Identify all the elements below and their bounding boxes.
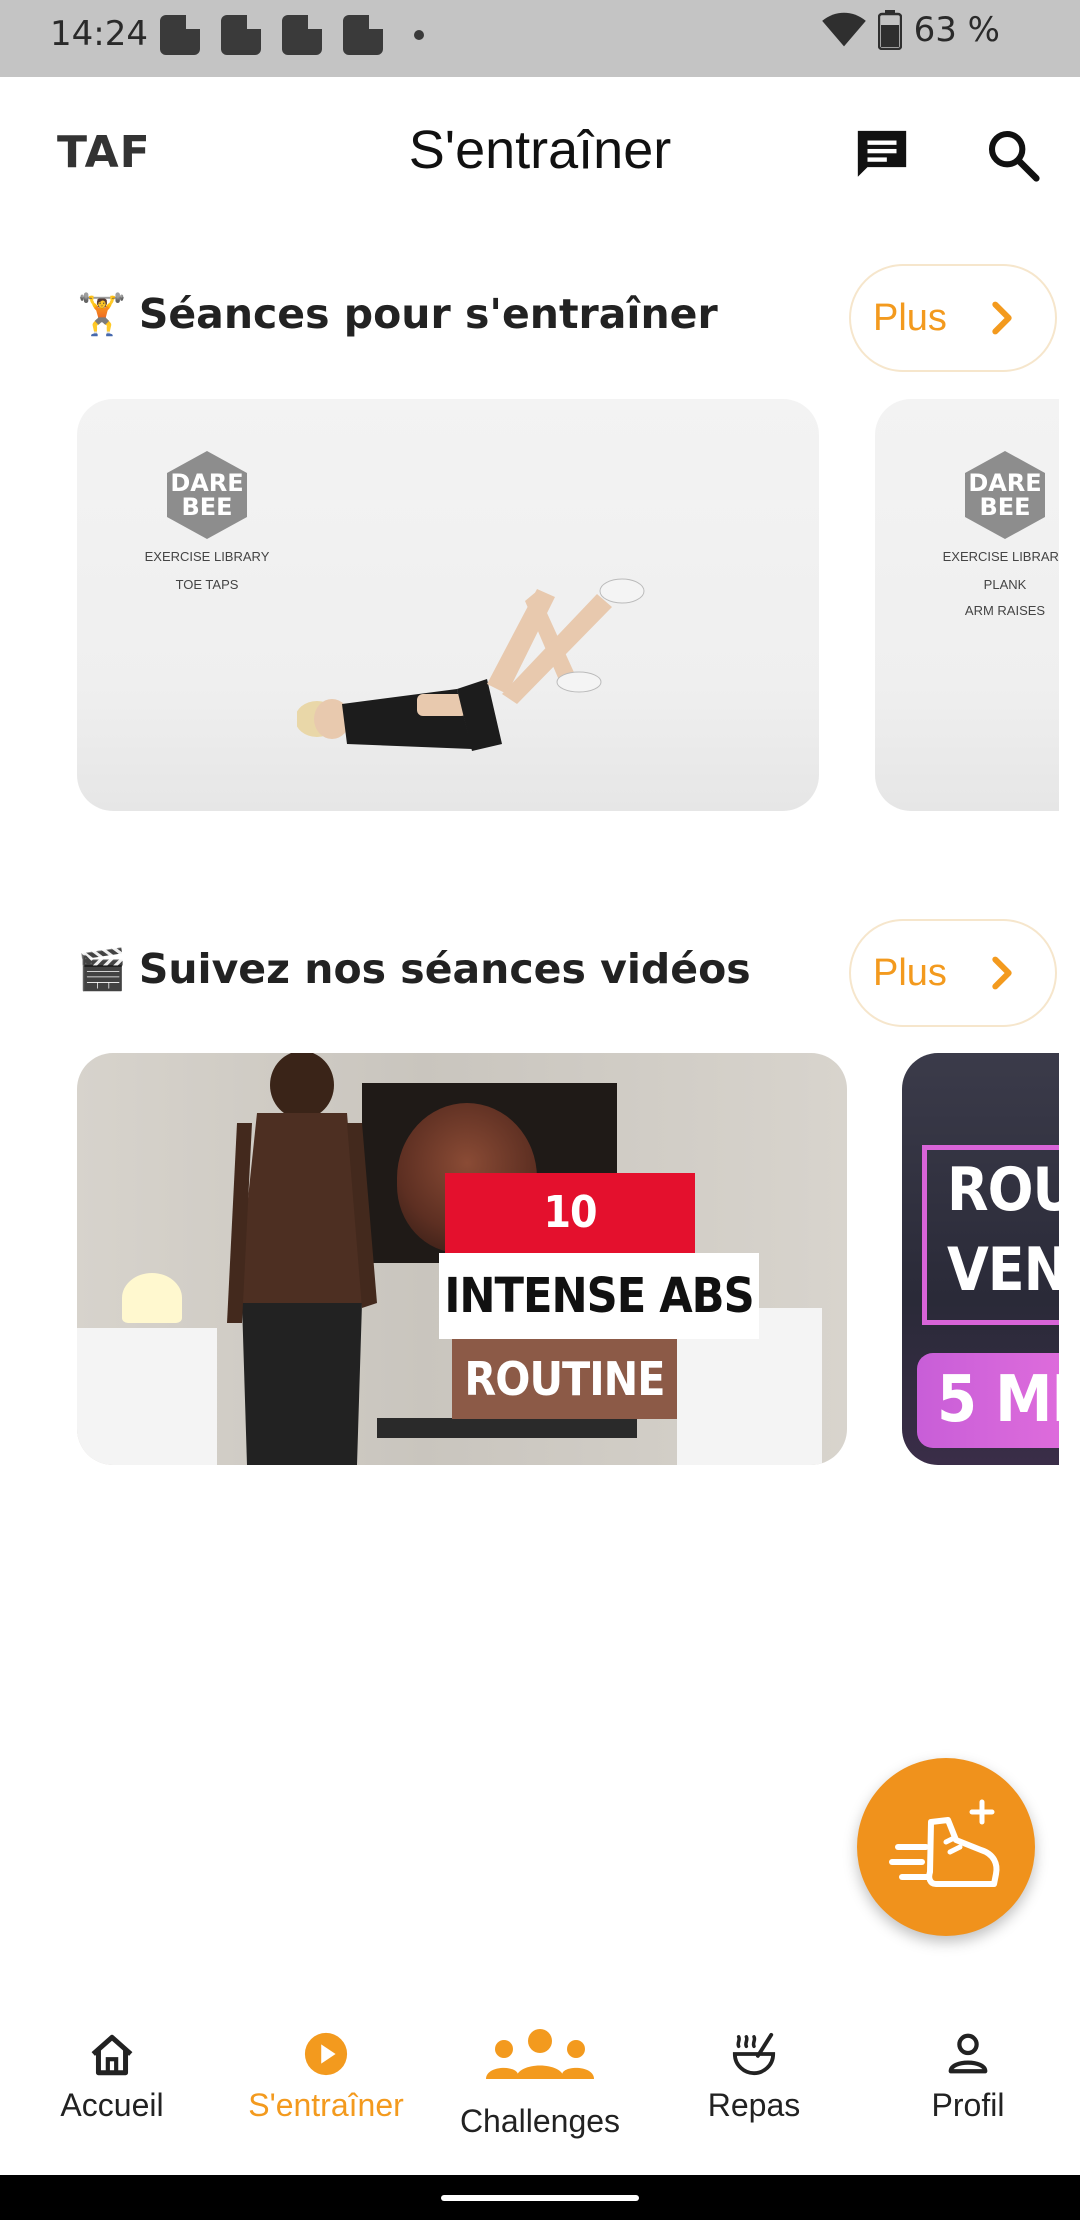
notification-icons — [160, 15, 424, 55]
soup-icon — [732, 2032, 776, 2076]
video-title-line1: 10 MINUTES — [445, 1173, 695, 1318]
darebee-logo: DARE BEE — [167, 451, 247, 539]
chat-icon — [857, 130, 907, 177]
battery-percentage: 63 % — [913, 10, 1000, 50]
section-title-label: Séances pour s'entraîner — [138, 290, 718, 338]
darebee-logo: DARE BEE — [965, 451, 1045, 539]
more-videos-button[interactable]: Plus — [849, 919, 1057, 1027]
more-label: Plus — [873, 951, 947, 994]
lamp — [122, 1273, 182, 1323]
more-workouts-button[interactable]: Plus — [849, 264, 1057, 372]
video-title-line3: ROUTINE — [452, 1339, 677, 1419]
status-time: 14:24 — [50, 14, 148, 54]
nav-label: Accueil — [60, 2087, 164, 2123]
athlete-figure — [227, 1053, 377, 1465]
workout-card[interactable]: DARE BEE EXERCISE LIBRARY PLANK ARM RAIS… — [875, 399, 1059, 811]
notification-icon — [343, 15, 383, 55]
nav-item-challenges[interactable]: Challenges — [432, 1985, 648, 2175]
system-gesture-bar — [0, 2175, 1080, 2220]
workout-card[interactable]: DARE BEE EXERCISE LIBRARY TOE TAPS — [77, 399, 819, 811]
library-label: EXERCISE LIBRARY — [942, 549, 1059, 564]
status-indicators: 63 % — [821, 10, 1000, 50]
video-title-line1: ROUT — [947, 1155, 1059, 1225]
nav-label: Profil — [931, 2087, 1005, 2123]
running-shoe-add-icon — [889, 1799, 1000, 1887]
nav-item-accueil[interactable]: Accueil — [4, 1985, 220, 2175]
nav-label: S'entraîner — [248, 2087, 404, 2123]
nav-item-repas[interactable]: Repas — [646, 1985, 862, 2175]
exercise-name: TOE TAPS — [175, 577, 239, 592]
status-bar: 14:24 63 % — [0, 0, 1080, 77]
exercise-name: ARM RAISES — [964, 603, 1046, 618]
nav-label: Challenges — [459, 2103, 621, 2139]
exercise-figure — [297, 578, 645, 751]
chevron-right-icon — [992, 301, 1012, 335]
library-label: EXERCISE LIBRARY — [144, 549, 270, 564]
tv-stand — [377, 1418, 637, 1438]
notification-icon — [160, 15, 200, 55]
exercise-name: PLANK — [983, 577, 1027, 592]
messages-button[interactable] — [842, 115, 922, 195]
nav-item-profil[interactable]: Profil — [860, 1985, 1076, 2175]
notification-icon — [221, 15, 261, 55]
section-title-videos: 🎬 Suivez nos séances vidéos — [77, 945, 751, 993]
nav-item-sentrainer[interactable]: S'entraîner — [218, 1985, 434, 2175]
clapperboard-emoji-icon: 🎬 — [77, 946, 127, 993]
chevron-right-icon — [992, 956, 1012, 990]
section-title-workouts: 🏋️ Séances pour s'entraîner — [77, 290, 718, 338]
add-activity-fab[interactable] — [857, 1758, 1035, 1936]
app-bar: TAF S'entraîner — [0, 77, 1080, 233]
video-title-frame: ROUT VENT — [922, 1145, 1059, 1325]
video-duration-banner: 5 MI — [917, 1353, 1059, 1448]
video-card[interactable]: 10 MINUTES INTENSE ABS ROUTINE — [77, 1053, 847, 1465]
bottom-navigation: Accueil S'entraîner Challenges Repas Pro… — [0, 1985, 1080, 2175]
more-notifications-dot-icon — [414, 30, 424, 40]
notification-icon — [282, 15, 322, 55]
nav-label: Repas — [707, 2087, 801, 2123]
video-card[interactable]: ROUT VENT 5 MI — [902, 1053, 1059, 1465]
home-gesture-handle[interactable] — [441, 2195, 639, 2201]
more-label: Plus — [873, 296, 947, 339]
weightlifter-emoji-icon: 🏋️ — [77, 291, 127, 338]
home-icon — [91, 2034, 133, 2076]
dresser — [77, 1328, 217, 1465]
search-button[interactable] — [973, 115, 1053, 195]
play-circle-icon — [304, 2032, 348, 2076]
video-title-line2: VENT — [947, 1235, 1059, 1305]
wifi-icon — [821, 12, 866, 47]
group-icon — [486, 2029, 594, 2079]
person-icon — [948, 2033, 988, 2074]
section-title-label: Suivez nos séances vidéos — [138, 945, 751, 993]
search-icon — [988, 130, 1040, 182]
video-title-line2: INTENSE ABS — [439, 1253, 759, 1339]
battery-icon — [877, 10, 902, 50]
